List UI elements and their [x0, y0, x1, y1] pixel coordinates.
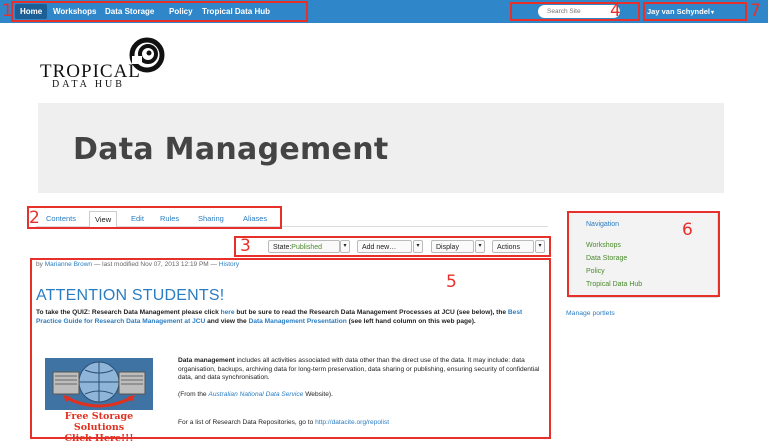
presentation-link[interactable]: Data Management Presentation — [249, 318, 347, 325]
quiz-text: and view the — [207, 317, 247, 325]
annotation-number-2: 2 — [29, 208, 40, 228]
ands-link[interactable]: Australian National Data Service — [208, 391, 303, 398]
annotation-box-3 — [234, 236, 551, 257]
attention-heading: ATTENTION STUDENTS! — [36, 287, 225, 304]
annotation-box-6 — [567, 211, 720, 297]
manage-portlets-link[interactable]: Manage portlets — [566, 309, 615, 318]
datacite-link[interactable]: http://datacite.org/repolist — [315, 419, 389, 426]
free-storage-line: Free Storage Solutions — [64, 411, 134, 433]
annotation-number-3: 3 — [240, 236, 251, 256]
free-storage-image[interactable] — [45, 358, 153, 410]
storage-servers-icon — [45, 358, 153, 410]
free-storage-link[interactable]: Free Storage Solutions Click Here!!! — [38, 411, 160, 444]
quiz-text: but be sure to read the Research Data Ma… — [236, 309, 507, 316]
quiz-here-link[interactable]: here — [221, 309, 235, 316]
annotation-box-2 — [27, 206, 282, 229]
annotation-number-5: 5 — [446, 272, 457, 292]
annotation-box-7 — [643, 2, 747, 21]
repo-text: For a list of Research Data Repositories… — [178, 419, 314, 426]
from-text: Website). — [305, 391, 333, 398]
repository-line: For a list of Research Data Repositories… — [178, 419, 548, 428]
annotation-number-1: 1 — [2, 1, 13, 21]
annotation-number-4: 4 — [610, 1, 621, 21]
annotation-box-1 — [11, 1, 308, 22]
annotation-number-7: 7 — [750, 1, 761, 21]
quiz-text: To take the QUIZ: Research Data Manageme… — [36, 309, 219, 316]
from-text: (From the — [178, 391, 207, 398]
annotation-number-6: 6 — [682, 220, 693, 240]
dm-bold-term: Data management — [178, 357, 235, 364]
quiz-paragraph: To take the QUIZ: Research Data Manageme… — [36, 309, 546, 326]
data-management-paragraph: Data management includes all activities … — [178, 357, 548, 383]
page-title: Data Management — [73, 132, 389, 167]
click-here-line: Click Here!!! — [64, 433, 134, 444]
logo-subtitle: DATA HUB — [52, 79, 125, 90]
ands-source-line: (From the Australian National Data Servi… — [178, 391, 548, 400]
quiz-text: (see left hand column on this web page). — [348, 317, 476, 325]
